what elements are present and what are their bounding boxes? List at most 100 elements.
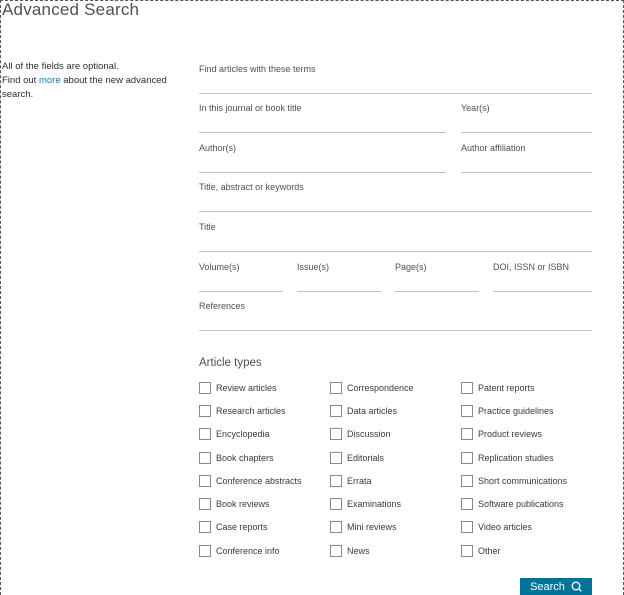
- article-type-checkbox[interactable]: Discussion: [330, 427, 391, 441]
- terms-field[interactable]: Find articles with these terms: [199, 64, 592, 94]
- checkbox-icon: [199, 521, 211, 533]
- find-out-note: Find out more about the new advanced sea…: [2, 74, 172, 102]
- authors-field[interactable]: Author(s): [199, 143, 446, 173]
- article-type-label: Correspondence: [347, 383, 414, 393]
- journal-field[interactable]: In this journal or book title: [199, 103, 446, 133]
- article-type-label: Other: [478, 546, 501, 556]
- article-type-checkbox[interactable]: Patent reports: [461, 381, 535, 395]
- article-type-checkbox[interactable]: Conference abstracts: [199, 474, 302, 488]
- article-type-label: Editorials: [347, 453, 385, 463]
- keywords-field[interactable]: Title, abstract or keywords: [199, 182, 592, 212]
- checkbox-icon: [330, 428, 342, 440]
- years-label: Year(s): [461, 103, 490, 113]
- article-type-checkbox[interactable]: Replication studies: [461, 451, 554, 465]
- checkbox-icon: [330, 545, 342, 557]
- article-type-checkbox[interactable]: Other: [461, 544, 501, 558]
- checkbox-icon: [461, 475, 473, 487]
- article-type-label: Case reports: [216, 522, 268, 532]
- journal-label: In this journal or book title: [199, 103, 302, 113]
- article-type-label: Encyclopedia: [216, 429, 270, 439]
- checkbox-icon: [330, 405, 342, 417]
- checkbox-icon: [199, 428, 211, 440]
- article-type-label: Conference abstracts: [216, 476, 302, 486]
- article-type-checkbox[interactable]: Software publications: [461, 497, 564, 511]
- article-type-label: Book chapters: [216, 453, 274, 463]
- keywords-label: Title, abstract or keywords: [199, 182, 304, 192]
- article-type-label: Mini reviews: [347, 522, 397, 532]
- article-type-label: Book reviews: [216, 499, 270, 509]
- article-type-label: Product reviews: [478, 429, 543, 439]
- article-type-label: Research articles: [216, 406, 286, 416]
- affiliation-label: Author affiliation: [461, 143, 526, 153]
- checkbox-icon: [199, 382, 211, 394]
- affiliation-field[interactable]: Author affiliation: [461, 143, 592, 173]
- checkbox-icon: [330, 475, 342, 487]
- article-type-checkbox[interactable]: Research articles: [199, 404, 286, 418]
- article-type-checkbox[interactable]: Errata: [330, 474, 372, 488]
- article-type-checkbox[interactable]: Examinations: [330, 497, 401, 511]
- article-type-label: Conference info: [216, 546, 280, 556]
- references-field[interactable]: References: [199, 301, 592, 331]
- article-type-label: Software publications: [478, 499, 564, 509]
- article-type-label: Errata: [347, 476, 372, 486]
- volume-field[interactable]: Volume(s): [199, 262, 283, 292]
- search-icon: [571, 581, 582, 592]
- article-type-label: Examinations: [347, 499, 402, 509]
- checkbox-icon: [461, 405, 473, 417]
- article-type-checkbox[interactable]: Editorials: [330, 451, 384, 465]
- checkbox-icon: [199, 498, 211, 510]
- article-type-checkbox[interactable]: Encyclopedia: [199, 427, 270, 441]
- article-type-checkbox[interactable]: News: [330, 544, 370, 558]
- article-type-label: Patent reports: [478, 383, 535, 393]
- article-type-checkbox[interactable]: Mini reviews: [330, 520, 397, 534]
- article-type-label: Replication studies: [478, 453, 554, 463]
- checkbox-icon: [461, 545, 473, 557]
- checkbox-icon: [461, 452, 473, 464]
- article-type-checkbox[interactable]: Short communications: [461, 474, 567, 488]
- article-type-checkbox[interactable]: Video articles: [461, 520, 532, 534]
- terms-label: Find articles with these terms: [199, 64, 316, 74]
- volume-label: Volume(s): [199, 262, 240, 272]
- article-type-label: Video articles: [478, 522, 532, 532]
- checkbox-icon: [199, 475, 211, 487]
- article-type-checkbox[interactable]: Correspondence: [330, 381, 414, 395]
- article-type-checkbox[interactable]: Conference info: [199, 544, 280, 558]
- checkbox-icon: [330, 521, 342, 533]
- article-type-checkbox[interactable]: Book chapters: [199, 451, 274, 465]
- article-type-checkbox[interactable]: Practice guidelines: [461, 404, 554, 418]
- article-type-checkbox[interactable]: Product reviews: [461, 427, 542, 441]
- article-type-label: Data articles: [347, 406, 398, 416]
- checkbox-icon: [199, 545, 211, 557]
- search-button-label: Search: [530, 580, 565, 593]
- more-link[interactable]: more: [39, 75, 61, 86]
- checkbox-icon: [199, 405, 211, 417]
- article-type-label: Practice guidelines: [478, 406, 554, 416]
- article-type-checkbox[interactable]: Data articles: [330, 404, 397, 418]
- doi-field[interactable]: DOI, ISSN or ISBN: [493, 262, 592, 292]
- article-type-checkbox[interactable]: Case reports: [199, 520, 268, 534]
- article-types-heading: Article types: [199, 357, 262, 369]
- checkbox-icon: [461, 382, 473, 394]
- checkbox-icon: [461, 521, 473, 533]
- checkbox-icon: [330, 452, 342, 464]
- issue-label: Issue(s): [297, 262, 330, 272]
- article-type-label: Discussion: [347, 429, 391, 439]
- article-type-label: Review articles: [216, 383, 277, 393]
- title-field[interactable]: Title: [199, 222, 592, 252]
- article-type-label: News: [347, 546, 370, 556]
- article-type-checkbox[interactable]: Book reviews: [199, 497, 270, 511]
- checkbox-icon: [330, 498, 342, 510]
- page-title: Advanced Search: [2, 0, 140, 19]
- checkbox-icon: [461, 428, 473, 440]
- pages-label: Page(s): [395, 262, 427, 272]
- issue-field[interactable]: Issue(s): [297, 262, 381, 292]
- optional-note: All of the fields are optional.: [2, 61, 119, 72]
- sidebar-note: All of the fields are optional. Find out…: [2, 60, 172, 102]
- years-field[interactable]: Year(s): [461, 103, 592, 133]
- checkbox-icon: [330, 382, 342, 394]
- title-label: Title: [199, 222, 216, 232]
- pages-field[interactable]: Page(s): [395, 262, 479, 292]
- search-button[interactable]: Search: [520, 578, 592, 595]
- article-type-checkbox[interactable]: Review articles: [199, 381, 277, 395]
- references-label: References: [199, 301, 246, 311]
